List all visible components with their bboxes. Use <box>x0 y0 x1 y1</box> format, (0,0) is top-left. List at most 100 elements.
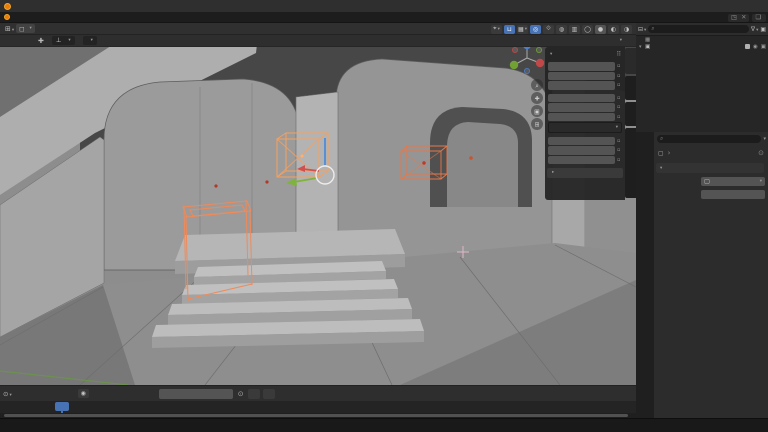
blender-menu-icon[interactable] <box>4 14 10 20</box>
properties-search-input[interactable]: ⌕ <box>657 135 761 143</box>
outliner-search-input[interactable]: ⌕ <box>648 25 749 33</box>
scale-x-field[interactable] <box>548 137 615 146</box>
shading-rendered-button[interactable]: ◑ <box>621 25 632 34</box>
rotation-y-field[interactable] <box>548 103 615 112</box>
lock-icon[interactable]: ▫ <box>617 73 622 79</box>
scene-selector[interactable]: ◳ ✕ <box>728 14 749 22</box>
collapse-icon[interactable]: ▾ <box>550 52 552 57</box>
outliner: ⊟▾ ⌕ ∇▾ ▣ ▦ ▾ ▣ ◉ ▣ <box>636 23 768 132</box>
frame-start-field[interactable] <box>248 389 260 399</box>
status-bar <box>0 418 768 432</box>
npanel-tab-tool[interactable] <box>625 76 636 100</box>
scale-y-field[interactable] <box>548 146 615 155</box>
display-as-dropdown[interactable]: ▢ ▾ <box>701 177 765 186</box>
new-collection-icon[interactable]: ▣ <box>760 26 766 33</box>
orientation-dropdown[interactable]: ⊥ ▾ <box>52 36 75 45</box>
empty-data-icon: ▢ <box>658 150 664 157</box>
viewport-header: ⊞▾ ◻ ▾ ⌖ ▾ ⊔ ▦▾ ◎ ⟐ ◍ ▥ ◯ ● ◐ ◑ <box>0 23 636 35</box>
blender-window: ◳ ✕ ❏ ⊞▾ ◻ ▾ ⌖ ▾ ⊔ ▦▾ ◎ ⟐ ◍ ▥ ◯ ● <box>0 0 768 432</box>
axis-neg-z-ball[interactable] <box>524 68 529 73</box>
tool-settings-bar: ✚ ⊥ ▾ ▾ ▾ <box>0 35 636 47</box>
drag-mode-dropdown[interactable]: ▾ <box>83 36 97 45</box>
timeline-editor-icon[interactable]: ⊙▾ <box>3 390 12 398</box>
auto-keying-record-button[interactable]: ◉ <box>78 389 89 398</box>
properties-breadcrumb: ▢ › ⊙ <box>654 149 768 157</box>
scrollbar-thumb[interactable] <box>4 414 628 417</box>
unlink-scene-icon[interactable]: ✕ <box>741 14 746 21</box>
current-frame-marker[interactable] <box>55 402 69 411</box>
scene-collection-row[interactable]: ▦ <box>636 36 768 43</box>
lock-icon[interactable]: ▫ <box>617 95 622 101</box>
xray-toggle[interactable]: ▥ <box>569 25 580 34</box>
outliner-header: ⊟▾ ⌕ ∇▾ ▣ <box>636 23 768 36</box>
axis-neg-y-ball[interactable] <box>536 47 541 52</box>
use-preview-range-icon[interactable]: ⊙ <box>238 390 244 398</box>
shading-material-button[interactable]: ◐ <box>608 25 619 34</box>
empty-panel-header[interactable]: ▾ <box>656 163 764 173</box>
svg-text:⊞: ⊞ <box>534 122 539 129</box>
timeline-ruler[interactable] <box>0 401 636 413</box>
size-field[interactable] <box>701 190 765 199</box>
scene-icon: ◳ <box>731 14 737 21</box>
rotation-z-field[interactable] <box>548 113 615 122</box>
lock-icon[interactable]: ▫ <box>617 82 622 88</box>
shading-wireframe-button[interactable]: ◯ <box>582 25 593 34</box>
lock-icon[interactable]: ▫ <box>617 104 622 110</box>
proportional-editing-toggle[interactable]: ◎ <box>530 25 541 34</box>
blender-logo-icon <box>4 3 11 10</box>
transform-orientation-dropdown[interactable]: ⌖ ▾ <box>491 25 502 34</box>
svg-text:✚: ✚ <box>534 96 539 103</box>
hide-eye-icon[interactable]: ◉ <box>753 44 758 50</box>
shading-solid-button[interactable]: ● <box>595 25 606 34</box>
lock-icon[interactable]: ▫ <box>617 157 622 163</box>
mode-icon: ◻ <box>19 25 24 33</box>
show-overlays-toggle[interactable]: ◍ <box>556 25 567 34</box>
origin-dot[interactable] <box>469 156 473 160</box>
npanel-tab-toolkit[interactable] <box>625 128 636 198</box>
outliner-filter-icon[interactable]: ∇▾ <box>751 26 758 33</box>
outliner-display-mode-icon[interactable]: ⊟▾ <box>638 26 646 33</box>
view-layer-icon: ❏ <box>755 14 761 21</box>
snap-magnet-toggle[interactable]: ⊔ <box>504 25 515 34</box>
panel-drag-icon[interactable]: ⠿ <box>616 50 621 58</box>
properties-options-icon[interactable]: ▾ <box>763 136 766 142</box>
search-icon: ⌕ <box>651 25 654 33</box>
svg-text:⌕: ⌕ <box>535 83 538 90</box>
lock-icon[interactable]: ▫ <box>617 63 622 69</box>
search-icon: ⌕ <box>660 135 663 143</box>
npanel-tab-item[interactable] <box>625 48 636 74</box>
rotation-mode-dropdown[interactable]: ▾ <box>548 122 622 133</box>
lock-icon[interactable]: ▫ <box>617 114 622 120</box>
n-panel: ▾ ⠿ ▫ ▫ ▫ ▫ ▫ ▫ ▾ ▫ ▫ ▫ ▸ <box>545 47 625 200</box>
location-y-field[interactable] <box>548 72 615 81</box>
properties-panel-collapsed[interactable]: ▸ <box>547 168 623 178</box>
lock-icon[interactable]: ▫ <box>617 138 622 144</box>
rotation-x-field[interactable] <box>548 94 615 103</box>
disable-render-icon[interactable]: ▣ <box>761 44 766 50</box>
editor-type-icon[interactable]: ⊞▾ <box>5 25 14 33</box>
origin-dot[interactable] <box>214 184 217 187</box>
pin-icon[interactable]: ⊙ <box>758 149 764 157</box>
npanel-tab-view[interactable] <box>625 102 636 126</box>
axis-x-ball[interactable] <box>536 59 544 67</box>
location-z-field[interactable] <box>548 81 615 90</box>
scale-z-field[interactable] <box>548 156 615 165</box>
lock-icon[interactable]: ▫ <box>617 147 622 153</box>
origin-dot[interactable] <box>265 180 268 183</box>
view-layer-selector[interactable]: ❏ <box>752 14 766 22</box>
axis-neg-x-ball[interactable] <box>512 47 517 52</box>
options-dropdown[interactable]: ▾ <box>617 38 622 43</box>
snap-settings-dropdown[interactable]: ▦▾ <box>517 25 528 34</box>
viewport-canvas[interactable]: ⌕ ✚ ▣ ⊞ <box>0 35 636 385</box>
collection-row[interactable]: ▾ ▣ ◉ ▣ <box>636 43 768 50</box>
collection-icon: ▣ <box>645 44 650 50</box>
axis-y-ball[interactable] <box>510 61 518 69</box>
exclude-checkbox[interactable] <box>745 44 750 49</box>
empty-origin <box>422 161 425 164</box>
show-gizmo-toggle[interactable]: ⟐ <box>543 25 554 34</box>
timeline-header: ⊙▾ ◉ ⊙ <box>0 385 636 401</box>
frame-end-field[interactable] <box>263 389 275 399</box>
current-frame-field[interactable] <box>159 389 233 399</box>
location-x-field[interactable] <box>548 62 615 71</box>
object-mode-dropdown[interactable]: ◻ ▾ <box>16 24 35 33</box>
